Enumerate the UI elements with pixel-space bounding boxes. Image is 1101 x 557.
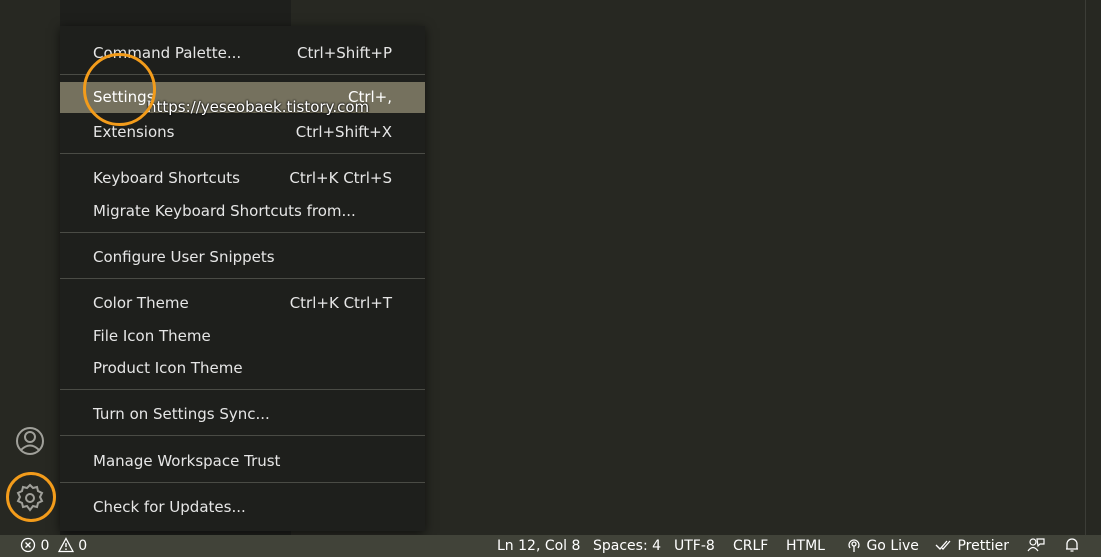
menu-separator <box>60 232 425 233</box>
menu-item-color-theme[interactable]: Color Theme Ctrl+K Ctrl+T <box>60 290 425 316</box>
menu-separator <box>60 74 425 75</box>
activity-bar <box>0 0 60 535</box>
menu-item-configure-user-snippets[interactable]: Configure User Snippets <box>60 244 425 270</box>
error-icon <box>20 537 36 553</box>
menu-item-file-icon-theme[interactable]: File Icon Theme <box>60 323 425 349</box>
go-live-label: Go Live <box>866 538 919 554</box>
status-bar: 0 0 Ln 12, Col 8 Spaces: 4 UTF-8 CRLF HT… <box>0 535 1101 557</box>
menu-item-label: Manage Workspace Trust <box>93 452 281 470</box>
menu-item-label: Configure User Snippets <box>93 248 275 266</box>
watermark-text: https://yeseobaek.tistory.com <box>147 98 370 116</box>
menu-item-label: Extensions <box>93 123 175 141</box>
eol-status[interactable]: CRLF <box>733 537 768 555</box>
menu-separator <box>60 389 425 390</box>
warning-count: 0 <box>78 538 88 554</box>
menu-item-migrate-keyboard-shortcuts[interactable]: Migrate Keyboard Shortcuts from... <box>60 198 425 224</box>
menu-item-label: Color Theme <box>93 294 189 312</box>
menu-item-label: Migrate Keyboard Shortcuts from... <box>93 202 356 220</box>
menu-item-label: Turn on Settings Sync... <box>93 405 270 423</box>
menu-item-label: Check for Updates... <box>93 498 246 516</box>
gear-icon[interactable] <box>12 480 48 516</box>
menu-item-label: Command Palette... <box>93 44 242 62</box>
feedback-icon <box>1027 538 1045 552</box>
double-check-icon <box>935 540 951 550</box>
cursor-position[interactable]: Ln 12, Col 8 <box>497 537 580 555</box>
menu-item-extensions[interactable]: Extensions Ctrl+Shift+X <box>60 119 425 145</box>
menu-separator <box>60 278 425 279</box>
error-count: 0 <box>40 538 50 554</box>
menu-separator <box>60 435 425 436</box>
encoding-status[interactable]: UTF-8 <box>674 537 715 555</box>
menu-separator <box>60 153 425 154</box>
broadcast-icon <box>848 539 860 552</box>
prettier-label: Prettier <box>957 538 1009 554</box>
menu-item-product-icon-theme[interactable]: Product Icon Theme <box>60 355 425 381</box>
indentation-status[interactable]: Spaces: 4 <box>593 537 661 555</box>
menu-item-shortcut: Ctrl+K Ctrl+S <box>289 169 392 187</box>
menu-separator <box>60 482 425 483</box>
menu-item-command-palette[interactable]: Command Palette... Ctrl+Shift+P <box>60 40 425 66</box>
bell-icon <box>1066 538 1078 552</box>
problems-indicator[interactable]: 0 0 <box>20 537 87 555</box>
menu-item-settings-sync[interactable]: Turn on Settings Sync... <box>60 401 425 427</box>
feedback-button[interactable] <box>1027 537 1045 555</box>
menu-item-label: File Icon Theme <box>93 327 211 345</box>
account-icon[interactable] <box>12 423 48 459</box>
go-live-button[interactable]: Go Live <box>846 537 919 555</box>
menu-item-label: Product Icon Theme <box>93 359 243 377</box>
language-mode[interactable]: HTML <box>786 537 825 555</box>
menu-item-label: Keyboard Shortcuts <box>93 169 240 187</box>
menu-item-keyboard-shortcuts[interactable]: Keyboard Shortcuts Ctrl+K Ctrl+S <box>60 165 425 191</box>
menu-item-manage-workspace-trust[interactable]: Manage Workspace Trust <box>60 448 425 474</box>
menu-item-shortcut: Ctrl+Shift+P <box>297 44 392 62</box>
menu-item-shortcut: Ctrl+Shift+X <box>295 123 392 141</box>
menu-item-shortcut: Ctrl+K Ctrl+T <box>289 294 392 312</box>
prettier-status[interactable]: Prettier <box>935 537 1009 555</box>
notifications-button[interactable] <box>1064 537 1080 555</box>
menu-item-check-for-updates[interactable]: Check for Updates... <box>60 494 425 520</box>
warning-icon <box>57 537 74 553</box>
menu-item-label: Settings <box>93 88 155 106</box>
editor-scrollbar-divider <box>1085 0 1086 535</box>
